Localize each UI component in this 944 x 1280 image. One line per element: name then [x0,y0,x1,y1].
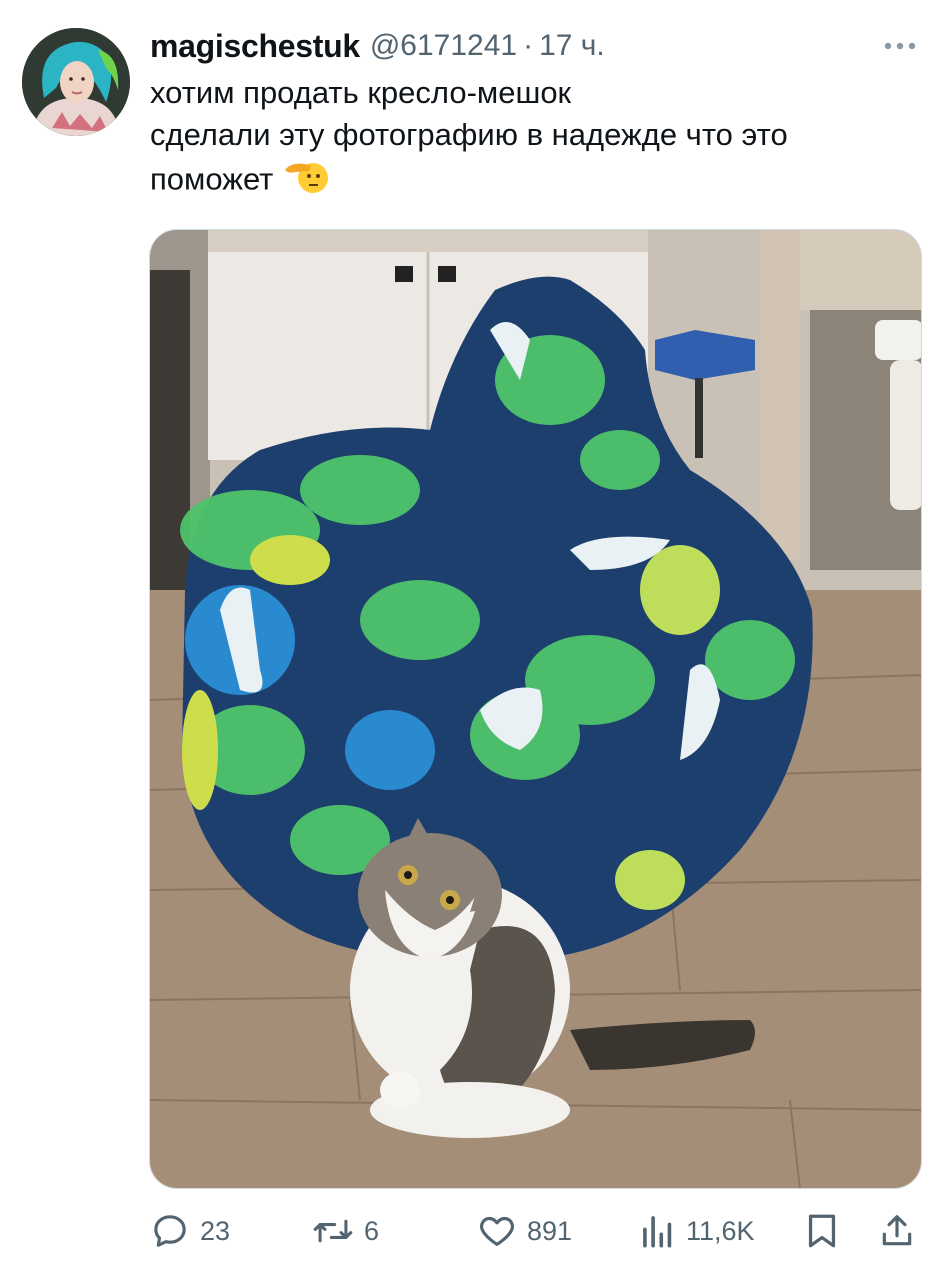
tweet-header: magischestuk @6171241 · 17 ч. [150,24,924,68]
tweet-action-bar: 23 6 891 11,6K [150,1206,920,1256]
user-handle[interactable]: @6171241 [370,29,517,63]
share-button[interactable] [878,1206,916,1256]
views-count: 11,6K [686,1215,755,1246]
retweet-count: 6 [364,1215,380,1246]
like-count: 891 [527,1215,573,1246]
tweet-text-line: хотим продать кресло-мешок [150,75,572,110]
username[interactable]: magischestuk [150,28,360,65]
reply-count: 23 [200,1215,231,1246]
bookmark-button[interactable] [804,1206,840,1256]
reply-icon [150,1211,190,1251]
tweet-media-photo[interactable] [149,229,922,1189]
more-options-icon[interactable] [880,30,920,60]
retweet-button[interactable]: 6 [312,1206,379,1256]
reply-button[interactable]: 23 [150,1206,230,1256]
like-button[interactable]: 891 [477,1206,572,1256]
bookmark-icon [804,1211,840,1251]
avatar-image [22,28,130,136]
tweet-text: хотим продать кресло-мешок сделали эту ф… [150,72,930,207]
tweet-text-line: поможет [150,156,930,207]
views-icon [640,1211,676,1251]
avatar[interactable] [22,28,130,136]
separator-dot: · [523,29,534,62]
views-button[interactable]: 11,6K [640,1206,755,1256]
tweet-text-line-text: поможет [150,161,274,197]
timestamp[interactable]: 17 ч. [539,29,605,63]
retweet-icon [312,1211,354,1251]
saluting-face-emoji [283,156,329,207]
share-icon [878,1211,916,1251]
heart-icon [477,1211,517,1251]
tweet-text-line: сделали эту фотографию в надежде что это [150,117,788,152]
